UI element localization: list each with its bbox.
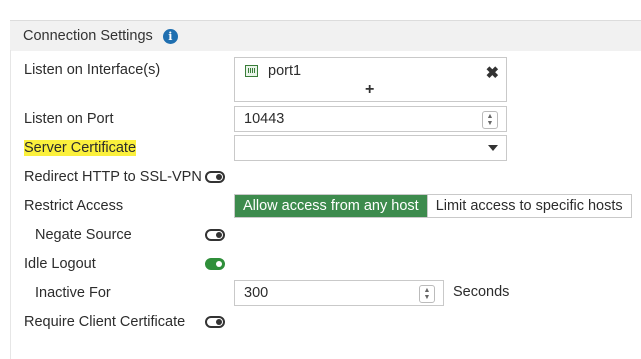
- idle-logout-toggle[interactable]: [205, 258, 225, 270]
- listen-interface-label: Listen on Interface(s): [24, 62, 161, 78]
- inactive-for-label: Inactive For: [35, 285, 111, 301]
- restrict-access-label: Restrict Access: [24, 198, 124, 214]
- server-certificate-label: Server Certificate: [24, 140, 137, 156]
- section-header: Connection Settings i: [10, 20, 641, 51]
- section-title: Connection Settings: [23, 28, 153, 44]
- ethernet-port-icon: [245, 65, 258, 77]
- add-interface-icon[interactable]: +: [365, 81, 374, 99]
- negate-source-toggle[interactable]: [205, 229, 225, 241]
- inactive-for-input[interactable]: 300 ▲ ▼: [234, 280, 444, 306]
- negate-source-label: Negate Source: [35, 227, 132, 243]
- inactive-for-unit: Seconds: [453, 284, 510, 300]
- info-icon[interactable]: i: [162, 28, 178, 44]
- section-border: [10, 50, 11, 359]
- require-client-cert-label: Require Client Certificate: [24, 314, 186, 330]
- server-certificate-select[interactable]: [234, 135, 507, 161]
- redirect-http-label: Redirect HTTP to SSL-VPN: [24, 169, 202, 185]
- port-stepper-icon[interactable]: ▲ ▼: [482, 111, 498, 129]
- top-spacer: [0, 0, 641, 22]
- inactive-stepper-icon[interactable]: ▲ ▼: [419, 285, 435, 303]
- listen-port-value: 10443: [244, 111, 285, 127]
- listen-interface-field[interactable]: port1 ✖ +: [234, 57, 507, 102]
- chevron-down-icon[interactable]: [488, 145, 498, 151]
- redirect-http-toggle[interactable]: [205, 171, 225, 183]
- listen-port-input[interactable]: 10443 ▲ ▼: [234, 106, 507, 132]
- restrict-access-selector[interactable]: Allow access from any host Limit access …: [234, 194, 632, 218]
- limit-specific-hosts-option[interactable]: Limit access to specific hosts: [426, 195, 631, 217]
- inactive-for-value: 300: [244, 285, 269, 301]
- server-certificate-label-text: Server Certificate: [24, 140, 137, 156]
- interface-entry[interactable]: port1: [245, 63, 301, 79]
- idle-logout-label: Idle Logout: [24, 256, 96, 272]
- require-client-cert-toggle[interactable]: [205, 316, 225, 328]
- interface-name: port1: [268, 63, 302, 79]
- listen-port-label: Listen on Port: [24, 111, 114, 127]
- remove-interface-icon[interactable]: ✖: [486, 63, 499, 83]
- allow-any-host-option[interactable]: Allow access from any host: [235, 195, 427, 217]
